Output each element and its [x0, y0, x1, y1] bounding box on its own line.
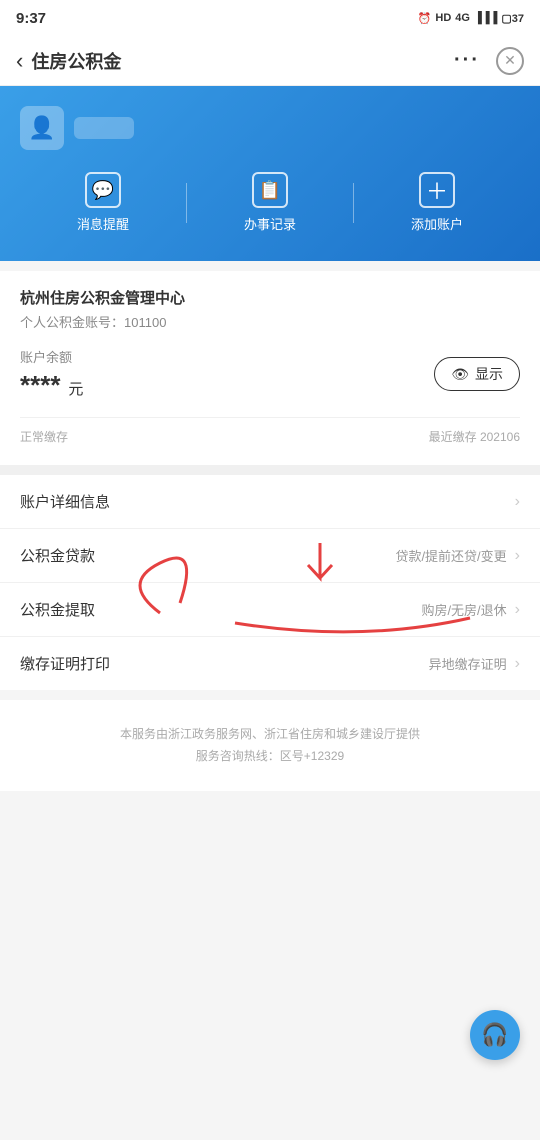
balance-masked: **** [20, 370, 60, 400]
account-status: 正常缴存 [20, 428, 68, 445]
print-right-text: 异地缴存证明 [429, 654, 507, 673]
alarm-icon: ⏰ [418, 12, 432, 25]
account-org-name: 杭州住房公积金管理中心 [20, 287, 520, 308]
page-title: 住房公积金 [31, 48, 121, 74]
menu-label-withdrawal: 公积金提取 [20, 599, 95, 620]
banner-action-records[interactable]: 📋 办事记录 [187, 172, 353, 233]
account-number-value: 101100 [124, 315, 166, 330]
menu-label-account-detail: 账户详细信息 [20, 491, 110, 512]
menu-list: 账户详细信息 › 公积金贷款 贷款/提前还贷/变更 › 公积金提取 购房/无房/… [0, 475, 540, 690]
footer: 本服务由浙江政务服务网、浙江省住房和城乡建设厅提供 服务咨询热线：区号+1232… [0, 700, 540, 791]
menu-right-account-detail: › [515, 493, 520, 511]
back-button[interactable]: ‹ [16, 48, 23, 74]
menu-label-loan: 公积金贷款 [20, 545, 95, 566]
balance-amount-row: **** 元 [20, 370, 83, 401]
section-divider-1 [0, 465, 540, 475]
hd-badge: HD [435, 12, 451, 24]
show-balance-button[interactable]: 👁 显示 [434, 357, 520, 391]
menu-right-print: 异地缴存证明 › [429, 654, 520, 673]
menu-item-withdrawal[interactable]: 公积金提取 购房/无房/退休 › [0, 583, 540, 637]
account-card: 杭州住房公积金管理中心 个人公积金账号：101100 账户余额 **** 元 👁… [0, 271, 540, 465]
user-icon: 👤 [28, 115, 55, 141]
account-footer: 正常缴存 最近缴存 202106 [20, 417, 520, 445]
banner-action-message[interactable]: 💬 消息提醒 [20, 172, 186, 233]
customer-service-fab[interactable]: 🎧 [470, 1010, 520, 1060]
banner-name-placeholder [74, 117, 134, 139]
chevron-icon-account-detail: › [515, 493, 520, 511]
footer-line1: 本服务由浙江政务服务网、浙江省住房和城乡建设厅提供 [20, 724, 520, 746]
message-label: 消息提醒 [77, 214, 129, 233]
show-label: 显示 [475, 364, 503, 384]
menu-label-print: 缴存证明打印 [20, 653, 110, 674]
status-time: 9:37 [16, 10, 46, 27]
status-icons: ⏰ HD 4G ▐▐▐ ▢37 [418, 12, 524, 25]
menu-right-loan: 贷款/提前还贷/变更 › [395, 546, 520, 565]
menu-item-loan[interactable]: 公积金贷款 贷款/提前还贷/变更 › [0, 529, 540, 583]
chevron-icon-loan: › [515, 547, 520, 565]
banner-top: 👤 [20, 106, 520, 150]
withdrawal-right-text: 购房/无房/退休 [421, 600, 506, 619]
footer-line2: 服务咨询热线：区号+12329 [20, 746, 520, 768]
eye-icon: 👁 [451, 366, 469, 383]
headset-icon: 🎧 [481, 1022, 508, 1048]
account-balance-row: 账户余额 **** 元 👁 显示 [20, 347, 520, 401]
message-icon: 💬 [85, 172, 121, 208]
more-button[interactable]: ··· [454, 49, 480, 72]
balance-label: 账户余额 [20, 347, 83, 366]
records-icon: 📋 [252, 172, 288, 208]
account-number-label: 个人公积金账号： [20, 315, 124, 330]
records-label: 办事记录 [244, 214, 296, 233]
menu-item-print[interactable]: 缴存证明打印 异地缴存证明 › [0, 637, 540, 690]
banner-actions: 💬 消息提醒 📋 办事记录 ＋ 添加账户 [20, 172, 520, 233]
add-account-label: 添加账户 [411, 214, 463, 233]
footer-text: 本服务由浙江政务服务网、浙江省住房和城乡建设厅提供 服务咨询热线：区号+1232… [20, 724, 520, 767]
status-bar: 9:37 ⏰ HD 4G ▐▐▐ ▢37 [0, 0, 540, 36]
menu-right-withdrawal: 购房/无房/退休 › [421, 600, 520, 619]
battery-icon: ▢37 [501, 12, 524, 25]
header-left: ‹ 住房公积金 [16, 48, 121, 74]
balance-unit: 元 [68, 381, 83, 398]
loan-right-text: 贷款/提前还贷/变更 [395, 546, 506, 565]
banner-action-add-account[interactable]: ＋ 添加账户 [354, 172, 520, 233]
account-recent: 最近缴存 202106 [429, 428, 520, 445]
close-icon: ✕ [504, 52, 516, 69]
network-icon: 4G [455, 12, 470, 24]
header-right: ··· ✕ [454, 47, 524, 75]
avatar: 👤 [20, 106, 64, 150]
header: ‹ 住房公积金 ··· ✕ [0, 36, 540, 86]
add-account-icon: ＋ [419, 172, 455, 208]
chevron-icon-withdrawal: › [515, 601, 520, 619]
blue-banner: 👤 💬 消息提醒 📋 办事记录 ＋ 添加账户 [0, 86, 540, 261]
signal-icon: ▐▐▐ [474, 12, 497, 24]
close-button[interactable]: ✕ [496, 47, 524, 75]
menu-section: 账户详细信息 › 公积金贷款 贷款/提前还贷/变更 › 公积金提取 购房/无房/… [0, 475, 540, 690]
menu-item-account-detail[interactable]: 账户详细信息 › [0, 475, 540, 529]
account-balance-left: 账户余额 **** 元 [20, 347, 83, 401]
account-number: 个人公积金账号：101100 [20, 312, 520, 331]
chevron-icon-print: › [515, 655, 520, 673]
